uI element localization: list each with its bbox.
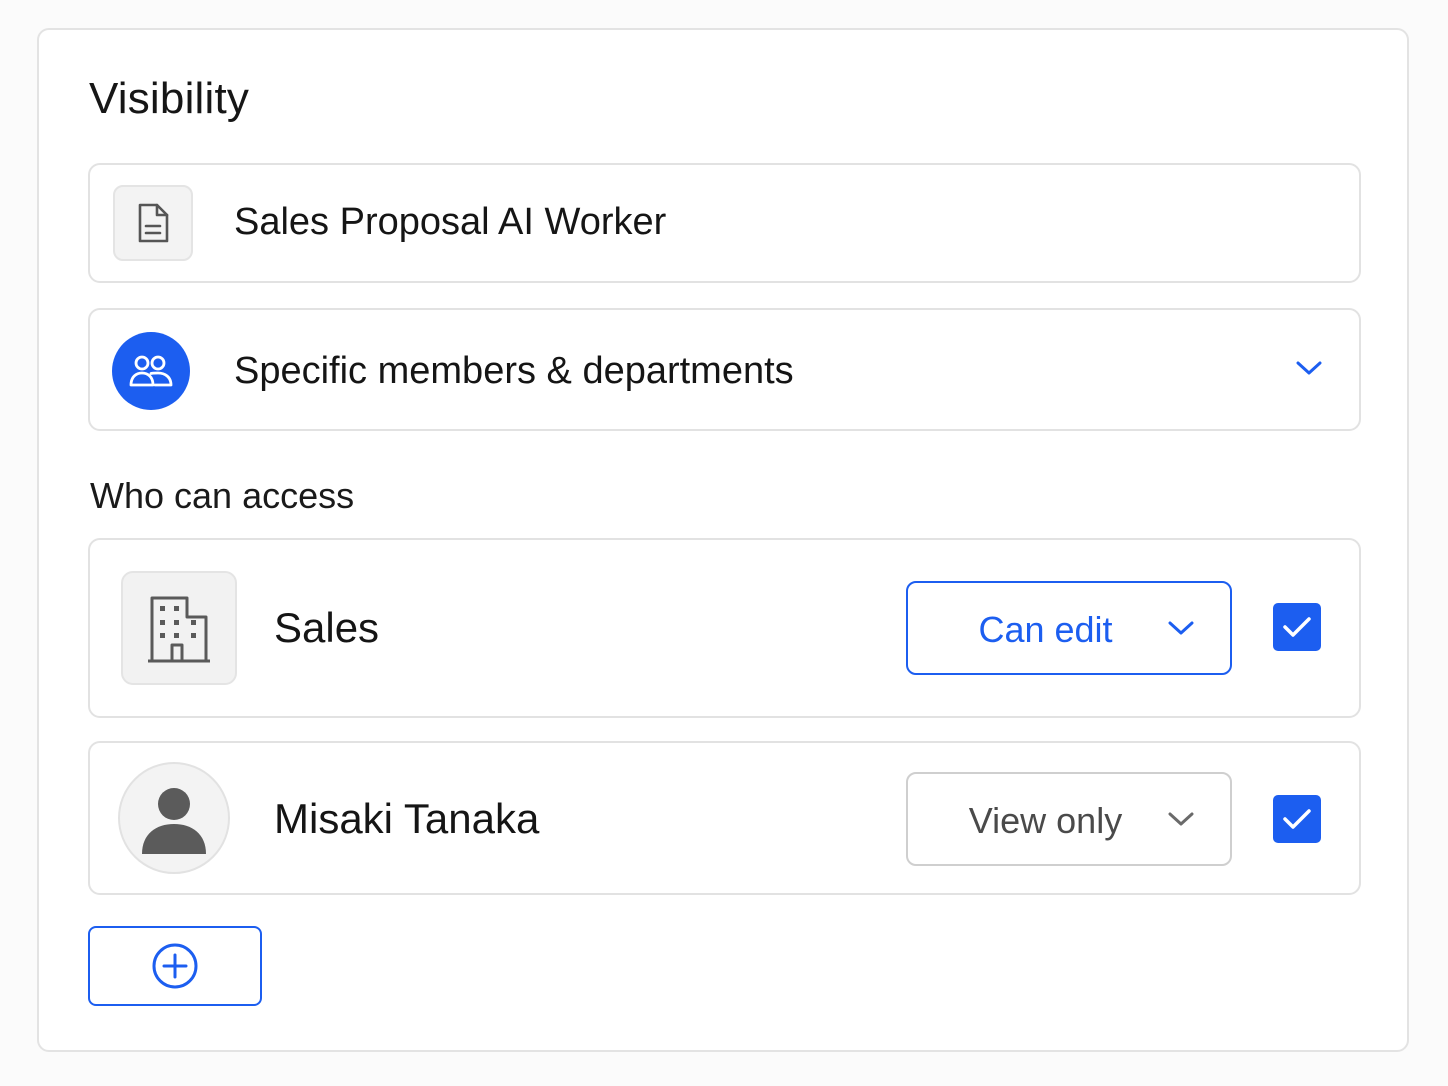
checkmark-icon — [1283, 617, 1311, 637]
add-access-button[interactable] — [88, 926, 262, 1006]
access-entry-misaki-tanaka: Misaki Tanaka View only — [88, 741, 1361, 895]
building-icon — [121, 571, 237, 685]
checkmark-icon — [1283, 809, 1311, 829]
department-name: Sales — [274, 604, 380, 651]
chevron-down-icon — [1168, 619, 1194, 637]
access-section-label: Who can access — [90, 475, 355, 516]
access-checkbox-sales[interactable] — [1273, 603, 1321, 651]
panel-title: Visibility — [89, 74, 250, 123]
visibility-scope-label: Specific members & departments — [234, 350, 794, 392]
document-name: Sales Proposal AI Worker — [234, 201, 667, 243]
access-checkbox-misaki-tanaka[interactable] — [1273, 795, 1321, 843]
chevron-down-icon — [1295, 358, 1323, 378]
permission-value: View only — [968, 800, 1123, 841]
permission-value: Can edit — [978, 609, 1113, 650]
access-entry-sales: Sales Can edit — [88, 538, 1361, 718]
users-icon — [112, 332, 190, 410]
permission-select-misaki-tanaka[interactable]: View only — [906, 772, 1232, 866]
member-name: Misaki Tanaka — [274, 795, 540, 842]
visibility-scope-dropdown[interactable]: Specific members & departments — [88, 308, 1361, 431]
user-avatar-icon — [118, 762, 230, 874]
document-card: Sales Proposal AI Worker — [88, 163, 1361, 283]
plus-circle-icon — [152, 943, 198, 989]
permission-select-sales[interactable]: Can edit — [906, 581, 1232, 675]
document-icon — [113, 185, 193, 261]
visibility-panel: Visibility Sales Proposal AI Worker Spec… — [37, 28, 1409, 1052]
chevron-down-icon — [1168, 810, 1194, 828]
